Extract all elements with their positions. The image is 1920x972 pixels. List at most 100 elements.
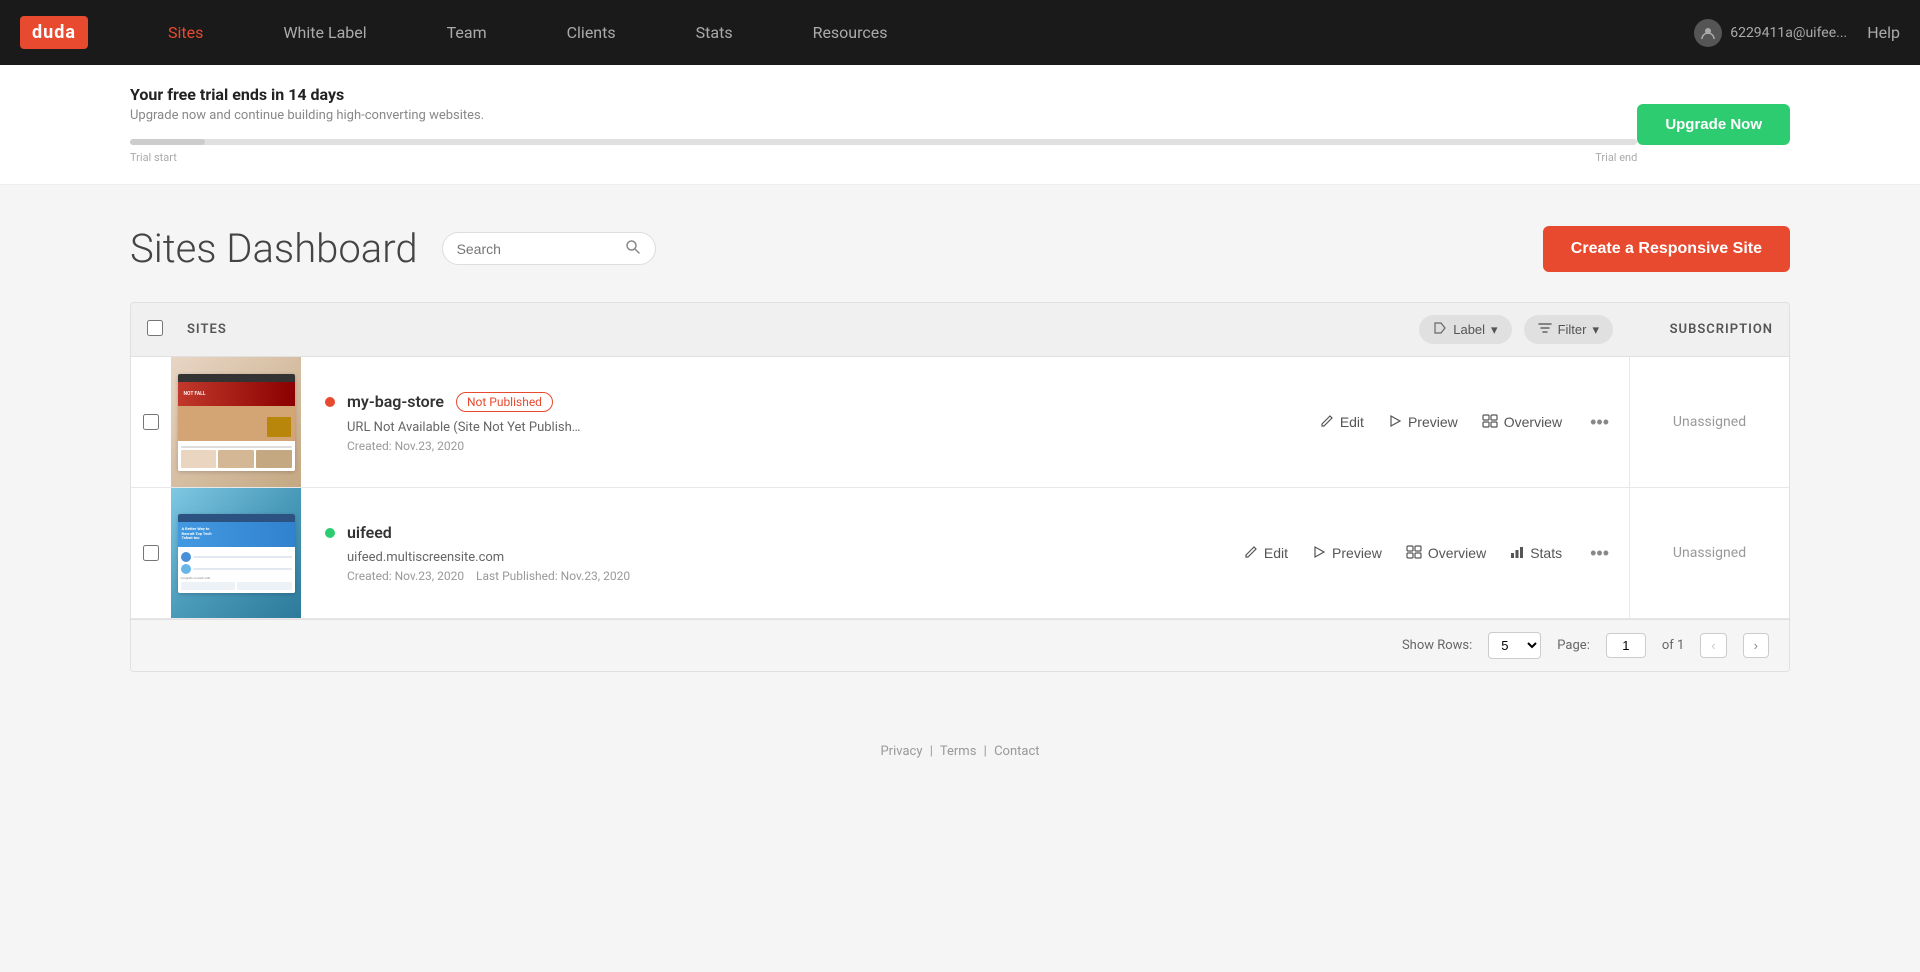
table-header-actions: Label ▾ Filter ▾ xyxy=(1419,315,1613,344)
trial-start-label: Trial start xyxy=(130,151,177,164)
site-1-url: URL Not Available (Site Not Yet Publish… xyxy=(325,420,1280,435)
search-box xyxy=(442,232,656,265)
nav-clients[interactable]: Clients xyxy=(527,0,656,65)
preview-label: Preview xyxy=(1408,414,1458,430)
site-1-dates: Created: Nov.23, 2020 xyxy=(325,439,1280,453)
navbar: duda Sites White Label Team Clients Stat… xyxy=(0,0,1920,65)
site-1-status-dot xyxy=(325,397,335,407)
row-checkbox-1 xyxy=(131,357,171,487)
filter-icon xyxy=(1538,321,1552,338)
nav-sites[interactable]: Sites xyxy=(128,0,243,65)
prev-page-button[interactable]: ‹ xyxy=(1700,633,1726,658)
footer-sep-1: | xyxy=(930,744,933,759)
edit-label: Edit xyxy=(1340,414,1364,430)
label-button-text: Label xyxy=(1453,322,1485,337)
site-1-thumbnail-image: NOT FALL xyxy=(171,357,301,487)
nav-resources[interactable]: Resources xyxy=(773,0,928,65)
site-2-subscription: Unassigned xyxy=(1629,488,1789,618)
navbar-right: 6229411a@uifee... Help xyxy=(1694,19,1900,47)
site-1-preview-button[interactable]: Preview xyxy=(1388,414,1458,431)
sites-column-header: SITES xyxy=(187,322,1419,337)
trial-progress-bar xyxy=(130,139,1637,145)
logo[interactable]: duda xyxy=(20,16,88,49)
site-2-preview-button[interactable]: Preview xyxy=(1312,545,1382,562)
nav-team[interactable]: Team xyxy=(407,0,527,65)
table-footer: Show Rows: 5 10 25 50 Page: of 1 ‹ › xyxy=(131,619,1789,671)
site-2-name: uifeed xyxy=(347,523,392,542)
of-label: of 1 xyxy=(1662,638,1684,653)
create-site-button[interactable]: Create a Responsive Site xyxy=(1543,226,1790,272)
user-avatar-icon xyxy=(1694,19,1722,47)
page-label: Page: xyxy=(1557,638,1590,653)
site-1-name: my-bag-store xyxy=(347,392,444,411)
preview-label-2: Preview xyxy=(1332,545,1382,561)
main-content: Sites Dashboard Create a Responsive Site xyxy=(0,185,1920,712)
label-icon xyxy=(1433,321,1447,338)
trial-subtitle: Upgrade now and continue building high-c… xyxy=(130,108,1637,123)
trial-end-label: Trial end xyxy=(1595,151,1637,164)
table-header: SITES Label ▾ xyxy=(131,303,1789,357)
site-1-more-button[interactable]: ••• xyxy=(1586,408,1613,437)
overview-label: Overview xyxy=(1504,414,1562,430)
edit-label-2: Edit xyxy=(1264,545,1288,561)
overview-icon-2 xyxy=(1406,545,1422,562)
site-2-more-button[interactable]: ••• xyxy=(1586,539,1613,568)
preview-icon xyxy=(1388,414,1402,431)
next-page-button[interactable]: › xyxy=(1743,633,1769,658)
terms-link[interactable]: Terms xyxy=(940,744,977,759)
dashboard-title: Sites Dashboard xyxy=(130,225,418,272)
site-2-url: uifeed.multiscreensite.com xyxy=(325,550,1204,565)
site-2-edit-button[interactable]: Edit xyxy=(1244,545,1288,562)
site-1-thumbnail: NOT FALL xyxy=(171,357,301,487)
table-row: NOT FALL xyxy=(131,357,1789,488)
user-email: 6229411a@uifee... xyxy=(1730,25,1847,41)
site-2-checkbox[interactable] xyxy=(143,545,159,561)
filter-chevron-icon: ▾ xyxy=(1592,322,1599,338)
rows-per-page-select[interactable]: 5 10 25 50 xyxy=(1488,632,1541,659)
overview-label-2: Overview xyxy=(1428,545,1486,561)
contact-link[interactable]: Contact xyxy=(994,744,1039,759)
nav-stats[interactable]: Stats xyxy=(656,0,773,65)
dashboard-header: Sites Dashboard Create a Responsive Site xyxy=(130,225,1790,272)
edit-icon-2 xyxy=(1244,545,1258,562)
footer-sep-2: | xyxy=(984,744,987,759)
site-2-actions: Edit Preview xyxy=(1228,488,1629,618)
site-2-stats-button[interactable]: Stats xyxy=(1510,545,1562,562)
site-1-mini-preview: NOT FALL xyxy=(178,374,295,471)
filter-button[interactable]: Filter ▾ xyxy=(1524,315,1613,344)
page-footer: Privacy | Terms | Contact xyxy=(0,712,1920,791)
search-icon xyxy=(625,239,641,258)
label-button[interactable]: Label ▾ xyxy=(1419,315,1511,344)
site-2-status-dot xyxy=(325,528,335,538)
site-2-overview-button[interactable]: Overview xyxy=(1406,545,1486,562)
site-2-dates: Created: Nov.23, 2020 Last Published: No… xyxy=(325,569,1204,583)
nav-whitelabel[interactable]: White Label xyxy=(243,0,406,65)
trial-progress-fill xyxy=(130,139,205,145)
show-rows-label: Show Rows: xyxy=(1402,638,1472,653)
label-chevron-icon: ▾ xyxy=(1491,322,1498,338)
subscription-column-header: SUBSCRIPTION xyxy=(1613,322,1773,337)
help-link[interactable]: Help xyxy=(1867,23,1900,42)
site-1-subscription: Unassigned xyxy=(1629,357,1789,487)
search-button[interactable] xyxy=(625,239,641,258)
page-number-input[interactable] xyxy=(1606,633,1646,658)
site-1-status-badge: Not Published xyxy=(456,392,553,412)
site-1-info: my-bag-store Not Published URL Not Avail… xyxy=(301,357,1304,487)
site-2-info: uifeed uifeed.multiscreensite.com Create… xyxy=(301,488,1228,618)
trial-title: Your free trial ends in 14 days xyxy=(130,85,1637,104)
user-menu[interactable]: 6229411a@uifee... xyxy=(1694,19,1847,47)
preview-icon-2 xyxy=(1312,545,1326,562)
select-all-checkbox[interactable] xyxy=(147,320,163,336)
edit-icon xyxy=(1320,414,1334,431)
search-input[interactable] xyxy=(457,241,617,257)
trial-banner: Your free trial ends in 14 days Upgrade … xyxy=(0,65,1920,185)
stats-icon xyxy=(1510,545,1524,562)
site-1-checkbox[interactable] xyxy=(143,414,159,430)
site-1-overview-button[interactable]: Overview xyxy=(1482,414,1562,431)
site-1-edit-button[interactable]: Edit xyxy=(1320,414,1364,431)
privacy-link[interactable]: Privacy xyxy=(880,744,922,759)
upgrade-button[interactable]: Upgrade Now xyxy=(1637,104,1790,145)
stats-label: Stats xyxy=(1530,545,1562,561)
site-1-actions: Edit Preview xyxy=(1304,357,1629,487)
mini-header xyxy=(178,374,295,382)
